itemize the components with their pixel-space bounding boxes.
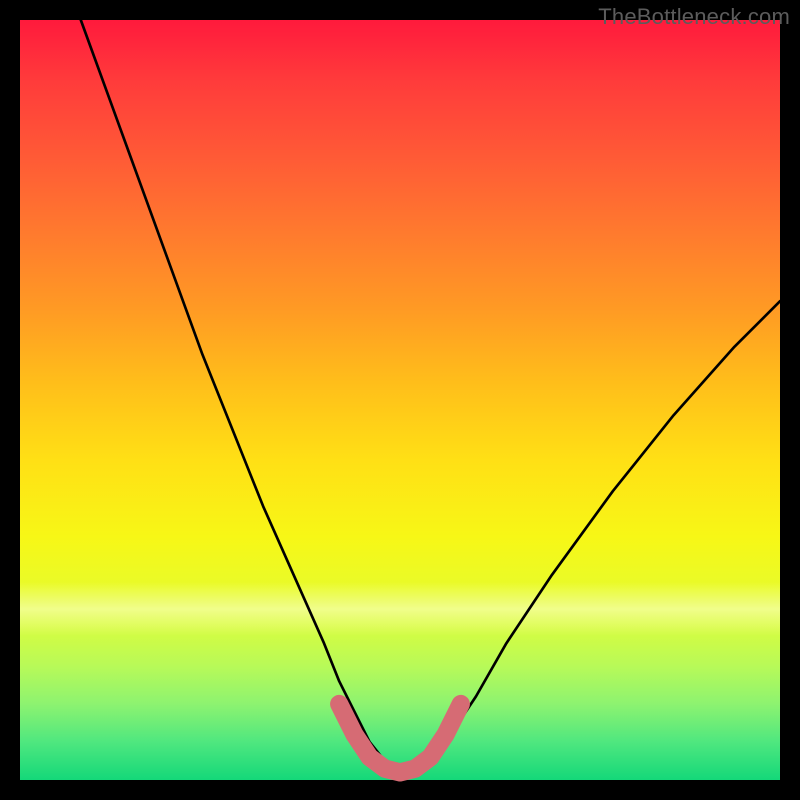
chart-line-black — [81, 20, 780, 769]
watermark-text: TheBottleneck.com — [598, 4, 790, 30]
chart-svg — [20, 20, 780, 780]
chart-frame: TheBottleneck.com — [0, 0, 800, 800]
chart-line-pink-trough — [339, 704, 461, 772]
plot-area — [20, 20, 780, 780]
